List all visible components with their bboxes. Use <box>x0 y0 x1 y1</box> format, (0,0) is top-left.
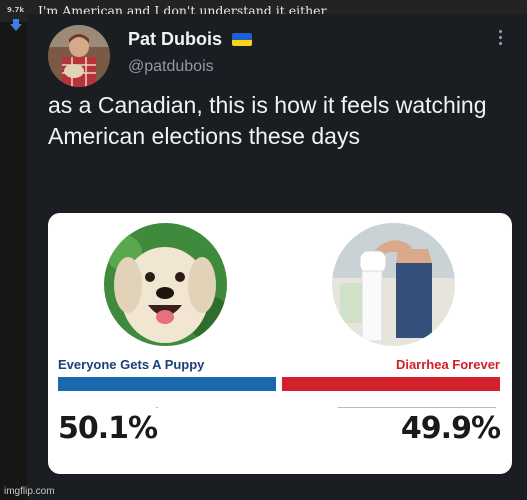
downvote-arrow-icon[interactable] <box>9 18 23 32</box>
user-handle[interactable]: @patdubois <box>128 58 214 76</box>
vote-bar-left <box>58 377 276 391</box>
tweet-text: as a Canadian, this is how it feels watc… <box>48 92 487 149</box>
ukraine-flag-icon <box>232 33 252 46</box>
more-options-icon[interactable] <box>499 30 505 50</box>
percent-right: 49.9% <box>400 411 501 446</box>
toilet-paper-photo <box>332 223 455 346</box>
embedded-image[interactable]: Everyone Gets A Puppy Diarrhea Forever 5… <box>48 213 512 474</box>
puppy-photo <box>104 223 227 346</box>
avatar[interactable] <box>48 25 110 87</box>
vote-bar-right <box>282 377 500 391</box>
redacted-box <box>158 401 338 423</box>
candidate-label-left: Everyone Gets A Puppy <box>58 357 205 372</box>
candidate-label-right: Diarrhea Forever <box>395 357 500 372</box>
avatar-photo <box>48 25 110 87</box>
percent-left: 50.1% <box>58 411 158 446</box>
vote-score: 9.7k <box>7 6 25 14</box>
display-name[interactable]: Pat Dubois <box>128 29 222 50</box>
watermark: imgflip.com <box>4 486 55 497</box>
